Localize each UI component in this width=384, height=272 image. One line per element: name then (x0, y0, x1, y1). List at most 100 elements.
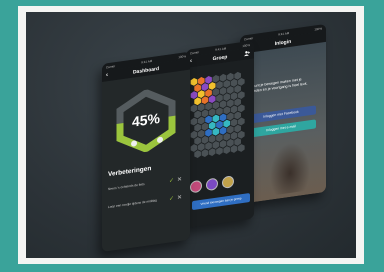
honeycomb-cell[interactable] (208, 121, 216, 130)
honeycomb-cell[interactable] (208, 95, 216, 104)
honeycomb-cell[interactable] (197, 103, 205, 112)
honeycomb-cell[interactable] (194, 97, 201, 106)
honeycomb-cell[interactable] (234, 71, 241, 80)
honeycomb-cell[interactable] (194, 110, 201, 119)
honeycomb-cell[interactable] (212, 141, 220, 150)
honeycomb-cell[interactable] (223, 80, 231, 89)
check-icon[interactable]: ✓ (169, 178, 174, 185)
honeycomb-cell[interactable] (223, 119, 231, 128)
honeycomb-cell[interactable] (216, 107, 223, 116)
honeycomb-cell[interactable] (194, 150, 201, 159)
close-icon[interactable]: ✕ (177, 195, 182, 202)
honeycomb-cell[interactable] (216, 120, 223, 129)
honeycomb-cell[interactable] (230, 92, 238, 101)
honeycomb-cell[interactable] (234, 85, 241, 94)
honeycomb-cell[interactable] (205, 75, 212, 84)
honeycomb-cell[interactable] (219, 100, 227, 109)
honeycomb-cell[interactable] (230, 131, 238, 140)
honeycomb-cell[interactable] (208, 148, 216, 157)
honeycomb-cell[interactable] (201, 83, 209, 92)
honeycomb-cell[interactable] (230, 118, 238, 127)
screen-title: Inlogin (274, 38, 292, 47)
honeycomb-cell[interactable] (237, 104, 245, 113)
honeycomb-cell[interactable] (219, 140, 227, 149)
honeycomb-cell[interactable] (227, 125, 234, 134)
honeycomb-cell[interactable] (205, 102, 212, 111)
honeycomb-cell[interactable] (216, 133, 223, 142)
honeycomb-cell[interactable] (219, 113, 227, 122)
avatar[interactable] (206, 177, 218, 192)
honeycomb-cell[interactable] (216, 147, 223, 156)
honeycomb-cell[interactable] (208, 82, 216, 91)
honeycomb-cell[interactable] (201, 109, 209, 118)
honeycomb-cell[interactable] (201, 136, 209, 145)
add-user-icon[interactable] (244, 50, 250, 59)
honeycomb-cell[interactable] (208, 134, 216, 144)
honeycomb-cell[interactable] (197, 90, 205, 99)
runner-photo (270, 140, 310, 196)
avatar[interactable] (222, 175, 234, 189)
check-icon[interactable]: ✓ (169, 196, 174, 203)
invite-friend-button[interactable]: Vriend toevoegen aan je groep (192, 193, 250, 211)
honeycomb-cell[interactable] (194, 84, 201, 93)
honeycomb-cell[interactable] (227, 112, 234, 121)
honeycomb-cell[interactable] (219, 73, 227, 82)
honeycomb-cell[interactable] (237, 144, 245, 153)
honeycomb-cell[interactable] (212, 127, 220, 136)
honeycomb-cell[interactable] (216, 81, 223, 90)
honeycomb-cell[interactable] (212, 88, 220, 97)
honeycomb-cell[interactable] (190, 130, 198, 139)
honeycomb-cell[interactable] (205, 115, 212, 124)
honeycomb-cell[interactable] (205, 89, 212, 98)
honeycomb-cell[interactable] (230, 145, 238, 154)
battery-label: 100% (314, 25, 322, 32)
honeycomb-cell[interactable] (227, 72, 234, 81)
honeycomb-cell[interactable] (230, 105, 238, 114)
honeycomb-cell[interactable] (219, 126, 227, 135)
honeycomb-cell[interactable] (227, 86, 234, 95)
honeycomb-cell[interactable] (212, 74, 220, 83)
honeycomb-cell[interactable] (190, 144, 198, 153)
honeycomb-cell[interactable] (190, 117, 198, 126)
honeycomb-cell[interactable] (237, 77, 245, 87)
chevron-left-icon[interactable]: ‹ (106, 72, 108, 78)
honeycomb-cell[interactable] (205, 142, 212, 151)
honeycomb-cell[interactable] (234, 111, 241, 120)
honeycomb-cell[interactable] (205, 128, 212, 137)
honeycomb-cell[interactable] (197, 143, 205, 152)
honeycomb-cell[interactable] (223, 93, 231, 102)
honeycomb-cell[interactable] (197, 116, 205, 125)
honeycomb-cell[interactable] (227, 139, 234, 148)
honeycomb-cell[interactable] (219, 87, 227, 96)
chevron-left-icon[interactable]: ‹ (190, 58, 192, 64)
honeycomb-cell[interactable] (201, 96, 209, 105)
honeycomb-cell[interactable] (216, 94, 223, 103)
honeycomb-cell[interactable] (197, 76, 205, 86)
honeycomb-cell[interactable] (234, 124, 241, 133)
honeycomb-cell[interactable] (227, 99, 234, 108)
honeycomb-cell[interactable] (208, 108, 216, 117)
honeycomb-cell[interactable] (212, 101, 220, 110)
honeycomb-cell[interactable] (234, 138, 241, 147)
honeycomb-cell[interactable] (234, 98, 241, 107)
close-icon[interactable]: ✕ (177, 177, 182, 184)
honeycomb-cell[interactable] (223, 106, 231, 115)
honeycomb-cell[interactable] (197, 129, 205, 138)
honeycomb-cell[interactable] (201, 122, 209, 131)
honeycomb-grid[interactable] (190, 69, 250, 177)
avatar[interactable] (190, 179, 202, 194)
honeycomb-cell[interactable] (212, 114, 220, 123)
honeycomb-cell[interactable] (190, 104, 198, 113)
honeycomb-cell[interactable] (194, 137, 201, 146)
honeycomb-cell[interactable] (223, 132, 231, 141)
honeycomb-cell[interactable] (194, 123, 201, 132)
honeycomb-cell[interactable] (190, 78, 198, 87)
intro-text: Je kunt je bewegen maken met je vrienden… (248, 77, 308, 94)
honeycomb-cell[interactable] (237, 130, 245, 139)
honeycomb-cell[interactable] (201, 149, 209, 158)
honeycomb-cell[interactable] (237, 91, 245, 100)
honeycomb-cell[interactable] (190, 91, 198, 100)
honeycomb-cell[interactable] (237, 117, 245, 126)
honeycomb-cell[interactable] (223, 146, 231, 155)
honeycomb-cell[interactable] (230, 79, 238, 88)
